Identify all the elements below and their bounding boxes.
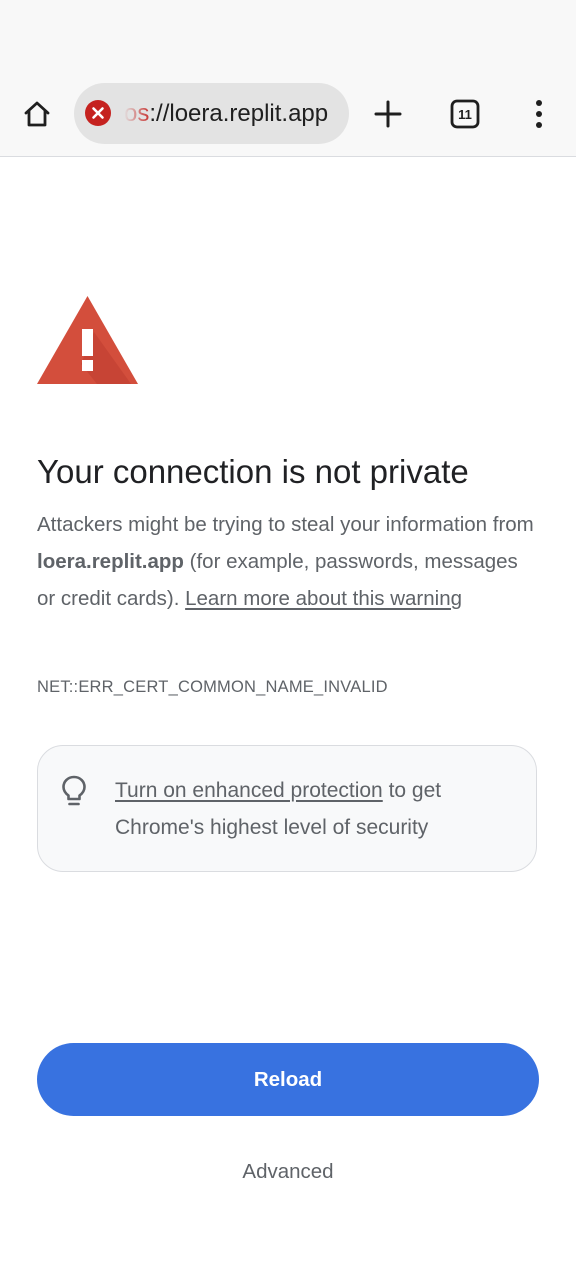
explanation-domain: loera.replit.app [37, 550, 184, 573]
advanced-button[interactable]: Advanced [188, 1150, 388, 1194]
tab-count: 11 [458, 106, 472, 122]
new-tab-button[interactable] [364, 90, 412, 138]
page-title: Your connection is not private [37, 453, 469, 490]
kebab-menu-icon [536, 100, 542, 128]
plus-icon [374, 100, 402, 128]
enhanced-protection-link[interactable]: Turn on enhanced protection [115, 779, 383, 802]
browser-toolbar: os://loera.replit.app 11 [0, 72, 576, 157]
home-button[interactable] [13, 90, 61, 138]
url-text: os://loera.replit.app [124, 100, 328, 128]
home-icon [24, 101, 50, 127]
url-host: ://loera.replit.app [149, 99, 329, 127]
enhanced-protection-text: Turn on enhanced protection to get Chrom… [115, 772, 515, 846]
learn-more-link[interactable]: Learn more about this warning [185, 587, 462, 610]
status-bar [0, 0, 576, 72]
not-secure-error-icon[interactable] [84, 99, 112, 127]
url-fade [124, 83, 152, 144]
lightbulb-icon [62, 775, 86, 806]
error-explanation: Attackers might be trying to steal your … [37, 506, 537, 617]
menu-button[interactable] [515, 90, 563, 138]
reload-button[interactable]: Reload [37, 1043, 539, 1116]
enhanced-protection-card: Turn on enhanced protection to get Chrom… [37, 745, 537, 872]
address-bar[interactable]: os://loera.replit.app [74, 83, 349, 144]
explanation-part1: Attackers might be trying to steal your … [37, 513, 534, 536]
error-code: NET::ERR_CERT_COMMON_NAME_INVALID [37, 678, 388, 696]
url-display[interactable]: os://loera.replit.app [124, 83, 338, 144]
warning-triangle-icon [37, 296, 138, 384]
tab-switcher-button[interactable]: 11 [441, 90, 489, 138]
